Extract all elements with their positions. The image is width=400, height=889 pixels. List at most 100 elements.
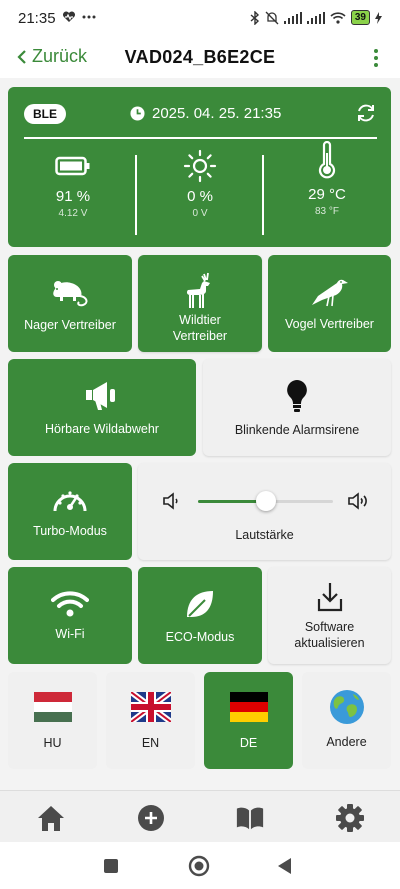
- home-icon: [38, 806, 64, 831]
- bluetooth-icon: [250, 10, 259, 25]
- bird-repeller-label: Vogel Vertreiber: [285, 316, 374, 331]
- language-en[interactable]: EN: [106, 672, 195, 769]
- eco-mode-tile[interactable]: ECO-Modus: [138, 567, 262, 664]
- uk-flag-icon: [130, 691, 171, 722]
- audible-deterrent-label: Hörbare Wildabwehr: [45, 421, 159, 436]
- globe-icon: [329, 689, 364, 724]
- speedometer-icon: [53, 490, 87, 511]
- battery-status-icon: 39: [350, 10, 370, 25]
- language-label: HU: [43, 735, 62, 750]
- connection-badge: BLE: [24, 104, 66, 124]
- volume-slider[interactable]: [198, 491, 333, 511]
- menu-dot: [374, 63, 378, 67]
- system-navigation-bar: [0, 842, 400, 889]
- thermometer-icon: [318, 140, 336, 179]
- signal-icon-2: [306, 11, 325, 24]
- turbo-mode-tile[interactable]: Turbo-Modus: [8, 463, 132, 560]
- nav-manual-button[interactable]: [235, 803, 265, 833]
- bottom-navigation: [0, 790, 400, 842]
- solar-voltage: 0 V: [192, 208, 208, 219]
- refresh-button[interactable]: [355, 102, 377, 129]
- app-bar: Zurück VAD024_B6E2CE: [0, 38, 400, 78]
- nav-add-button[interactable]: [136, 803, 166, 833]
- sun-icon: [183, 149, 217, 183]
- rodent-repeller-label: Nager Vertreiber: [24, 317, 116, 332]
- rat-icon: [53, 280, 88, 306]
- battery-voltage: 4.12 V: [58, 208, 88, 219]
- wifi-label: Wi-Fi: [55, 626, 85, 641]
- refresh-icon: [358, 104, 374, 122]
- software-update-tile[interactable]: Software aktualisieren: [268, 567, 391, 664]
- menu-dot: [374, 56, 378, 60]
- device-datetime: 2025. 04. 25. 21:35: [130, 105, 281, 122]
- system-status-bar: 21:35 39: [0, 0, 400, 38]
- volume-control: Lautstärke: [138, 463, 391, 560]
- eco-mode-label: ECO-Modus: [165, 629, 235, 644]
- volume-high-icon[interactable]: [347, 492, 371, 510]
- software-update-label: Software aktualisieren: [294, 619, 365, 650]
- divider: [262, 155, 264, 235]
- language-de[interactable]: DE: [204, 672, 293, 769]
- page-title: VAD024_B6E2CE: [124, 47, 276, 67]
- more-dots-icon: [82, 15, 96, 19]
- system-back-button[interactable]: [274, 855, 296, 877]
- device-status-card: BLE 2025. 04. 25. 21:35 91 % 4.12 V 0 % …: [8, 87, 391, 247]
- leaf-icon: [187, 590, 213, 617]
- battery-icon: [55, 156, 90, 176]
- system-recents-button[interactable]: [100, 855, 122, 877]
- download-icon: [317, 582, 342, 611]
- book-icon: [236, 807, 264, 830]
- solar-sensor: 0 % 0 V: [140, 149, 260, 219]
- temperature-sensor: 29 °C 83 °F: [267, 140, 387, 217]
- divider: [24, 137, 377, 139]
- rodent-repeller-tile[interactable]: Nager Vertreiber: [8, 255, 132, 352]
- solar-percent: 0 %: [187, 188, 213, 205]
- charging-bolt-icon: [375, 11, 382, 24]
- wildlife-repeller-label: Wildtier Vertreiber: [172, 312, 228, 343]
- language-label: DE: [239, 735, 258, 750]
- turbo-mode-label: Turbo-Modus: [33, 523, 107, 538]
- battery-percent: 91 %: [55, 188, 91, 205]
- status-time: 21:35: [18, 10, 56, 27]
- add-circle-icon: [138, 805, 164, 831]
- bird-repeller-tile[interactable]: Vogel Vertreiber: [268, 255, 391, 352]
- volume-low-icon[interactable]: [162, 492, 180, 510]
- heart-pulse-icon: [62, 11, 76, 22]
- muted-bell-icon: [265, 11, 279, 24]
- datetime-text: 2025. 04. 25. 21:35: [152, 105, 282, 122]
- language-label: EN: [141, 735, 160, 750]
- nav-home-button[interactable]: [36, 803, 66, 833]
- settings-gear-icon: [336, 804, 364, 832]
- nav-settings-button[interactable]: [335, 803, 365, 833]
- wifi-status-icon: [330, 11, 346, 24]
- volume-slider-knob[interactable]: [255, 491, 276, 511]
- audible-deterrent-tile[interactable]: Hörbare Wildabwehr: [8, 359, 196, 456]
- lightbulb-icon: [287, 379, 307, 412]
- bird-icon: [311, 279, 348, 306]
- wifi-tile[interactable]: Wi-Fi: [8, 567, 132, 664]
- battery-sensor: 91 % 4.12 V: [13, 155, 133, 219]
- flashing-siren-tile[interactable]: Blinkende Alarmsirene: [203, 359, 391, 456]
- volume-label: Lautstärke: [235, 528, 294, 542]
- signal-icon: [283, 11, 302, 24]
- language-label: Andere: [326, 734, 367, 749]
- megaphone-icon: [86, 381, 115, 410]
- home-circle-icon: [188, 855, 210, 877]
- recents-square-icon: [104, 859, 118, 873]
- language-hu[interactable]: HU: [8, 672, 97, 769]
- language-other[interactable]: Andere: [302, 672, 391, 769]
- wildlife-repeller-tile[interactable]: Wildtier Vertreiber: [138, 255, 262, 352]
- menu-dot: [374, 49, 378, 53]
- hungary-flag-icon: [33, 691, 72, 722]
- germany-flag-icon: [229, 691, 268, 722]
- clock-icon: [130, 106, 145, 121]
- back-triangle-icon: [278, 858, 291, 874]
- temperature-fahrenheit: 83 °F: [314, 206, 339, 217]
- divider: [135, 155, 137, 235]
- flashing-siren-label: Blinkende Alarmsirene: [234, 422, 360, 437]
- overflow-menu-button[interactable]: [364, 44, 388, 72]
- deer-icon: [186, 272, 210, 308]
- system-home-button[interactable]: [188, 855, 210, 877]
- wifi-icon: [51, 590, 89, 616]
- temperature-celsius: 29 °C: [308, 186, 346, 203]
